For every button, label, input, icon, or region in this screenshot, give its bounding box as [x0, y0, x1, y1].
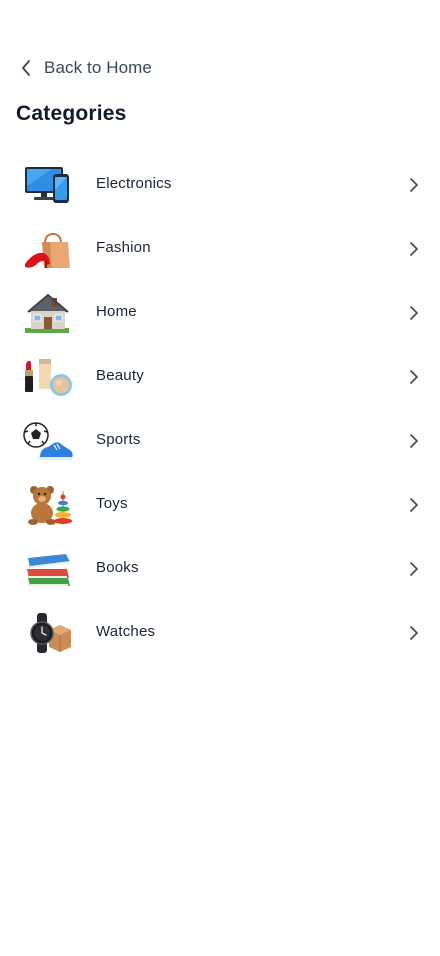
back-to-home-label: Back to Home — [44, 58, 152, 77]
category-row-home[interactable]: Home — [0, 281, 440, 345]
sports-icon — [22, 420, 74, 462]
categories-screen: Back to Home Categories Electronics Fash… — [0, 0, 440, 956]
category-row-watches[interactable]: Watches — [0, 601, 440, 665]
chevron-right-icon — [404, 495, 424, 515]
chevron-right-icon — [404, 559, 424, 579]
chevron-right-icon — [404, 303, 424, 323]
category-row-sports[interactable]: Sports — [0, 409, 440, 473]
category-label: Sports — [96, 431, 141, 448]
toys-icon — [22, 484, 74, 526]
beauty-icon — [22, 356, 74, 398]
category-row-fashion[interactable]: Fashion — [0, 217, 440, 281]
chevron-right-icon — [404, 623, 424, 643]
back-to-home-link[interactable]: Back to Home — [16, 54, 152, 82]
category-label: Watches — [96, 623, 156, 640]
category-label: Electronics — [96, 175, 172, 192]
chevron-right-icon — [404, 239, 424, 259]
category-label: Fashion — [96, 239, 151, 256]
chevron-right-icon — [404, 431, 424, 451]
electronics-icon — [22, 164, 74, 206]
category-label: Home — [96, 303, 137, 320]
category-list: Electronics Fashion Home Beauty Sports T… — [0, 153, 440, 665]
category-row-books[interactable]: Books — [0, 537, 440, 601]
watches-icon — [22, 612, 74, 654]
category-row-electronics[interactable]: Electronics — [0, 153, 440, 217]
page-title: Categories — [16, 102, 127, 125]
home-icon — [22, 292, 74, 334]
fashion-icon — [22, 228, 74, 270]
books-icon — [22, 548, 74, 590]
chevron-right-icon — [404, 175, 424, 195]
category-row-beauty[interactable]: Beauty — [0, 345, 440, 409]
chevron-left-icon — [16, 58, 36, 78]
category-label: Books — [96, 559, 139, 576]
chevron-right-icon — [404, 367, 424, 387]
category-label: Beauty — [96, 367, 144, 384]
category-row-toys[interactable]: Toys — [0, 473, 440, 537]
category-label: Toys — [96, 495, 128, 512]
